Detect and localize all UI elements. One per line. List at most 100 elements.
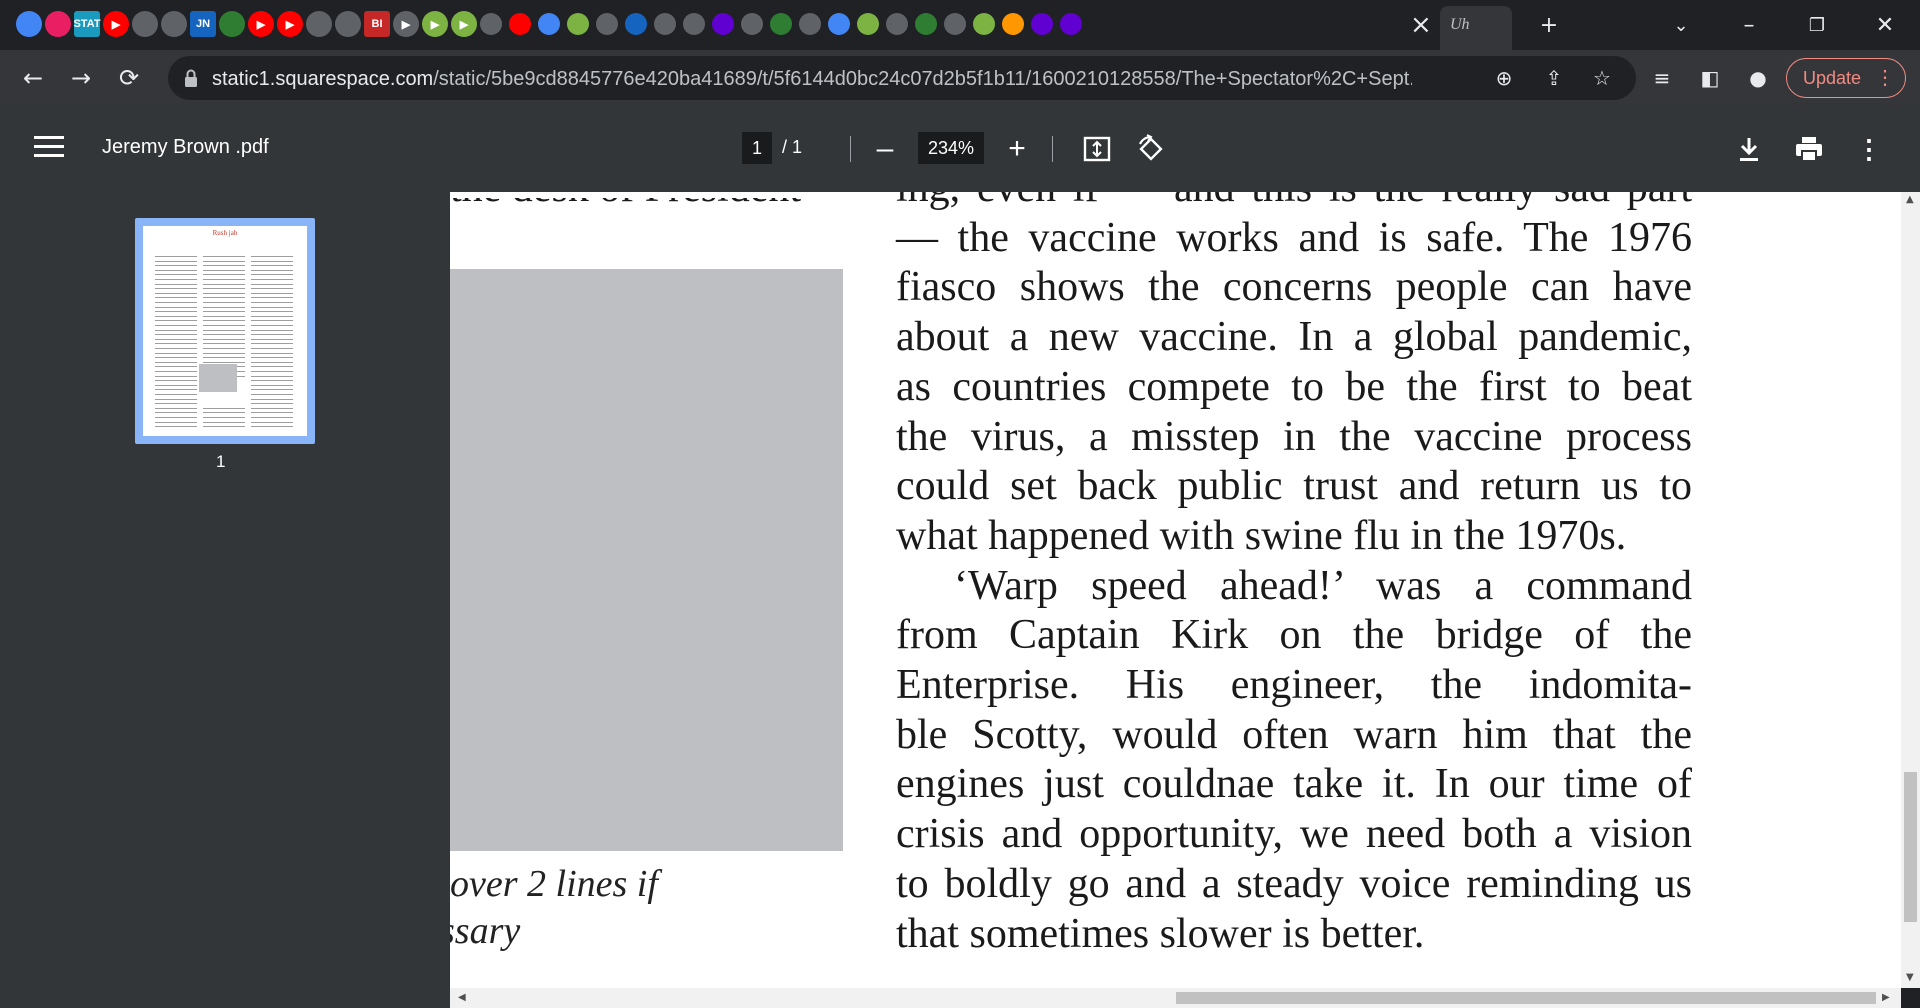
- youtube-icon[interactable]: ▶: [277, 11, 303, 37]
- thumbnail-text-line: [203, 357, 245, 359]
- download-icon[interactable]: [1732, 132, 1766, 166]
- tab-favicon-icon[interactable]: [944, 13, 966, 35]
- zoom-level-input[interactable]: 234%: [918, 132, 984, 164]
- thumbnail-heading: Rush jab: [212, 229, 238, 237]
- text-line: crisis and opportunity, we need both a v…: [896, 811, 1692, 858]
- thumbnail-text-line: [155, 398, 197, 400]
- reload-button[interactable]: ⟳: [114, 63, 144, 93]
- tab-favicon-icon[interactable]: [799, 13, 821, 35]
- print-icon[interactable]: [1792, 132, 1826, 166]
- page-number-input[interactable]: 1: [742, 132, 772, 164]
- new-tab-button[interactable]: +: [1534, 10, 1564, 40]
- tab-favicon-icon[interactable]: [886, 13, 908, 35]
- update-button[interactable]: Update ⋮: [1786, 58, 1906, 98]
- thumbnail-text-line: [155, 325, 197, 326]
- back-button[interactable]: ←: [18, 63, 48, 93]
- globe-icon[interactable]: [132, 11, 158, 37]
- text-line: ing, even if — and this is the really sa…: [896, 192, 1692, 214]
- scroll-up-arrow[interactable]: ▲: [1906, 194, 1914, 205]
- forward-button[interactable]: →: [66, 63, 96, 93]
- thumbnail-sidebar: Rush jab 1: [0, 192, 450, 1008]
- side-panel-icon[interactable]: ◧: [1696, 64, 1724, 92]
- more-options-icon[interactable]: ⋮: [1852, 132, 1886, 166]
- close-window-button[interactable]: ✕: [1870, 10, 1900, 40]
- profile-avatar-icon[interactable]: ●: [1744, 64, 1772, 92]
- minimize-button[interactable]: –: [1734, 10, 1764, 40]
- scroll-left-arrow[interactable]: ◀: [458, 992, 466, 1003]
- shield-icon[interactable]: [219, 11, 245, 37]
- text-line: ‘Warp speed ahead!’ was a command: [954, 562, 1692, 609]
- url-text[interactable]: static1.squarespace.com/static/5be9cd884…: [212, 68, 1412, 91]
- zoom-out-button[interactable]: –: [868, 132, 902, 166]
- tab-favicon-icon[interactable]: [1031, 13, 1053, 35]
- vertical-scrollbar[interactable]: ▲ ▼: [1901, 192, 1920, 988]
- jn-icon[interactable]: JN: [190, 11, 216, 37]
- thumbnail-text-line: [155, 306, 197, 308]
- youtube-icon[interactable]: ▶: [248, 11, 274, 37]
- bookmark-star-icon[interactable]: ☆: [1588, 64, 1616, 92]
- address-bar[interactable]: static1.squarespace.com/static/5be9cd884…: [168, 56, 1636, 100]
- tab-favicon-icon[interactable]: [712, 13, 734, 35]
- fit-page-icon[interactable]: [1080, 132, 1114, 166]
- play-icon[interactable]: ▶: [422, 11, 448, 37]
- text-line: as countries compete to be the first to …: [896, 363, 1692, 410]
- globe-icon[interactable]: [16, 11, 42, 37]
- tab-favicon-icon[interactable]: [654, 13, 676, 35]
- tab-favicon-icon[interactable]: [683, 13, 705, 35]
- tab-favicon-icon[interactable]: [1002, 13, 1024, 35]
- close-tab-icon[interactable]: ×: [1410, 10, 1432, 40]
- zoom-in-button[interactable]: +: [1000, 132, 1034, 166]
- tab-favicon-icon[interactable]: [915, 13, 937, 35]
- thumbnail-text-line: [251, 334, 293, 336]
- thumbnail-text-line: [203, 407, 245, 409]
- vertical-scroll-thumb[interactable]: [1904, 772, 1917, 922]
- hamburger-menu-icon[interactable]: [34, 136, 64, 160]
- reading-list-icon[interactable]: ≡: [1648, 64, 1676, 92]
- thumbnail-text-line: [203, 412, 245, 414]
- tab-favicon-icon[interactable]: [538, 13, 560, 35]
- tab-search-icon[interactable]: ⌄: [1666, 10, 1696, 40]
- pdf-viewer[interactable]: the desk of President over 2 lines if ss…: [450, 192, 1901, 988]
- tab-favicon-icon[interactable]: [567, 13, 589, 35]
- restore-button[interactable]: ❐: [1802, 10, 1832, 40]
- bi-icon[interactable]: BI: [364, 11, 390, 37]
- youtube-icon[interactable]: ▶: [103, 11, 129, 37]
- thumbnail-text-line: [155, 315, 197, 317]
- tab-favicon-icon[interactable]: [741, 13, 763, 35]
- tab-favicon-icon[interactable]: [857, 13, 879, 35]
- left-column-text: the desk of President: [450, 198, 801, 212]
- page-thumbnail[interactable]: Rush jab: [135, 218, 315, 444]
- scroll-down-arrow[interactable]: ▼: [1906, 972, 1914, 983]
- thumbnail-text-line: [251, 417, 293, 418]
- active-tab[interactable]: Uh ×: [1410, 6, 1512, 50]
- thumbnail-text-line: [155, 256, 197, 257]
- tab-favicon-icon[interactable]: [625, 13, 647, 35]
- globe-icon[interactable]: [335, 11, 361, 37]
- horizontal-scrollbar[interactable]: ◀ ▶: [450, 988, 1901, 1008]
- globe-icon[interactable]: [161, 11, 187, 37]
- tab-favicon-icon[interactable]: [509, 13, 531, 35]
- text-line: that sometimes slower is better.: [896, 910, 1425, 957]
- horizontal-scroll-thumb[interactable]: [1176, 992, 1876, 1004]
- tab-favicon-icon[interactable]: [1060, 13, 1082, 35]
- thumbnail-text-line: [203, 279, 245, 280]
- tab-favicon-icon[interactable]: [480, 13, 502, 35]
- share-icon[interactable]: ⇪: [1540, 64, 1568, 92]
- globe-icon[interactable]: [306, 11, 332, 37]
- thumbnail-text-line: [251, 394, 293, 395]
- thumbnail-text-line: [155, 338, 197, 340]
- thumbnail-text-line: [155, 417, 197, 418]
- stat-icon[interactable]: STAT: [73, 11, 101, 37]
- tab-favicon-icon[interactable]: [973, 13, 995, 35]
- rotate-icon[interactable]: [1134, 132, 1168, 166]
- zoom-icon[interactable]: ⊕: [1490, 64, 1518, 92]
- tab-favicon-icon[interactable]: [596, 13, 618, 35]
- tab-favicon-icon[interactable]: [770, 13, 792, 35]
- flower-icon[interactable]: [45, 11, 71, 37]
- chevron-icon[interactable]: ▶: [393, 11, 419, 37]
- scroll-right-arrow[interactable]: ▶: [1882, 992, 1890, 1003]
- more-menu-icon[interactable]: ⋮: [1875, 65, 1895, 90]
- play-icon[interactable]: ▶: [451, 11, 477, 37]
- thumbnail-text-line: [155, 265, 197, 267]
- tab-favicon-icon[interactable]: [828, 13, 850, 35]
